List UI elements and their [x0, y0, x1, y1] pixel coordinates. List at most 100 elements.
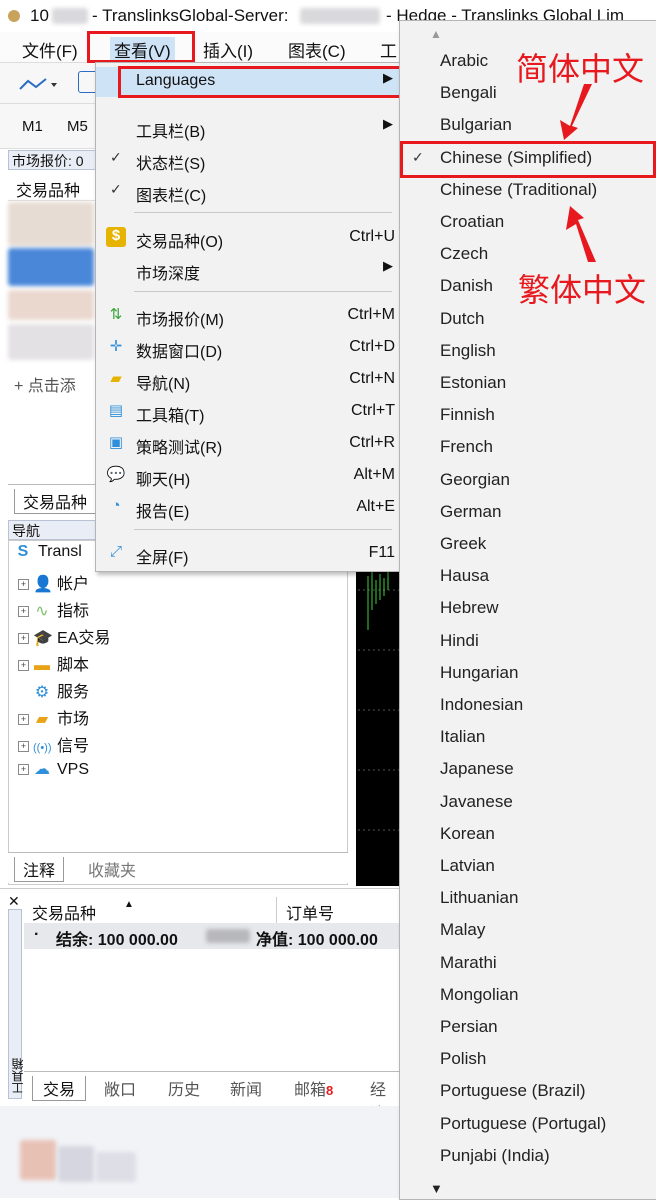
nav-item-services[interactable]: +⚙服务	[18, 678, 89, 702]
language-item[interactable]: Greek	[440, 534, 486, 554]
language-item[interactable]: Lithuanian	[440, 888, 518, 908]
navigator-root-label: Transl	[38, 543, 82, 560]
language-item[interactable]: Croatian	[440, 212, 504, 232]
nav-item-label: VPS	[57, 761, 90, 778]
language-item[interactable]: Hebrew	[440, 598, 499, 618]
nav-item-label: 服务	[57, 684, 90, 701]
menu-item-toolbox[interactable]: ▤ 工具箱(T) Ctrl+T	[96, 397, 399, 427]
tab-mailbox[interactable]: 邮箱8	[294, 1076, 333, 1100]
nav-item-accounts[interactable]: + 👤 帐户	[18, 570, 89, 594]
app-icon	[8, 10, 20, 22]
language-item[interactable]: Bengali	[440, 83, 497, 103]
language-item[interactable]: Indonesian	[440, 695, 523, 715]
menu-item-fullscreen[interactable]: ⤢ 全屏(F) F11	[96, 539, 399, 569]
menu-item-depth-of-market[interactable]: 市场深度 ▶	[96, 255, 399, 285]
tab-symbols[interactable]: 交易品种	[14, 489, 97, 514]
language-item[interactable]: English	[440, 341, 496, 361]
column-order[interactable]: 订单号	[286, 900, 334, 924]
price-chart[interactable]	[356, 570, 400, 886]
menu-file[interactable]: 文件(F)	[22, 37, 78, 62]
menu-item-navigator[interactable]: ▰ 导航(N) Ctrl+N	[96, 365, 399, 395]
menu-item-chat[interactable]: 💬 聊天(H) Alt+M	[96, 461, 399, 491]
menu-item-data-window[interactable]: ✛ 数据窗口(D) Ctrl+D	[96, 333, 399, 363]
language-item[interactable]: Hausa	[440, 566, 489, 586]
language-item[interactable]: Marathi	[440, 953, 497, 973]
toolbox-panel: ✕ 工具箱 交易品种 ▲ 订单号 · 结余: 100 000.00 净值: 10…	[0, 888, 400, 1123]
language-item[interactable]: Italian	[440, 727, 485, 747]
market-watch-column-header[interactable]: 交易品种	[8, 172, 98, 201]
nav-item-indicators[interactable]: + ∿ 指标	[18, 597, 89, 621]
language-item[interactable]: Korean	[440, 824, 495, 844]
language-item[interactable]: Estonian	[440, 373, 506, 393]
toolbox-icon: ▤	[108, 402, 124, 419]
menu-item-symbols[interactable]: $ 交易品种(O) Ctrl+U	[96, 223, 399, 253]
language-item[interactable]: Hindi	[440, 631, 479, 651]
annotation-arrows	[560, 84, 596, 262]
toolbox-side-bar: 工具箱	[8, 909, 25, 1099]
navigator-root[interactable]: S Transl	[14, 543, 82, 567]
nav-item-market[interactable]: + ▰ 市场	[18, 705, 89, 729]
toolbox-column-header: 交易品种 ▲ 订单号	[24, 897, 400, 924]
language-item[interactable]: Hungarian	[440, 663, 518, 683]
menu-item-market-watch[interactable]: ⇅ 市场报价(M) Ctrl+M	[96, 301, 399, 331]
languages-highlight-box	[118, 66, 406, 98]
nav-item-label: 脚本	[57, 657, 90, 674]
tab-history[interactable]: 历史	[168, 1076, 200, 1100]
language-item[interactable]: Persian	[440, 1017, 498, 1037]
menu-charts[interactable]: 图表(C)	[288, 37, 346, 62]
timeframe-m5[interactable]: M5	[67, 118, 88, 135]
language-item[interactable]: Polish	[440, 1049, 486, 1069]
menu-tools[interactable]: 工	[380, 37, 397, 62]
language-item[interactable]: Portuguese (Portugal)	[440, 1114, 606, 1134]
checkmark-icon: ✓	[110, 181, 122, 197]
folder-icon: ▰	[110, 370, 122, 387]
language-item[interactable]: Malay	[440, 920, 485, 940]
tab-news[interactable]: 新闻	[230, 1076, 262, 1100]
language-item[interactable]: Javanese	[440, 792, 513, 812]
nav-item-label: EA交易	[57, 630, 111, 647]
nav-item-label: 市场	[57, 711, 90, 728]
nav-item-vps[interactable]: + ☁ VPS	[18, 759, 89, 783]
tab-favorites[interactable]: 收藏夹	[88, 857, 136, 881]
language-item[interactable]: Georgian	[440, 470, 510, 490]
nav-item-expert-advisors[interactable]: + 🎓 EA交易	[18, 624, 110, 648]
language-item[interactable]: French	[440, 437, 493, 457]
language-item[interactable]: Mongolian	[440, 985, 518, 1005]
checkmark-icon: ✓	[110, 149, 122, 165]
nav-item-label: 指标	[57, 603, 90, 620]
language-item[interactable]: Dutch	[440, 309, 484, 329]
column-symbol[interactable]: 交易品种	[32, 900, 96, 924]
close-icon[interactable]: ✕	[8, 893, 20, 910]
language-item[interactable]: Danish	[440, 276, 493, 296]
language-item[interactable]: Finnish	[440, 405, 495, 425]
tab-exposure[interactable]: 敞口	[104, 1076, 136, 1100]
menu-item-report[interactable]: ◔ 报告(E) Alt+E	[96, 493, 399, 523]
language-item[interactable]: Latvian	[440, 856, 495, 876]
tab-comments[interactable]: 注释	[14, 857, 65, 882]
language-item[interactable]: German	[440, 502, 501, 522]
language-item[interactable]: Punjabi (India)	[440, 1146, 550, 1166]
language-item[interactable]: Japanese	[440, 759, 514, 779]
language-item[interactable]: Czech	[440, 244, 488, 264]
nav-item-signals[interactable]: + ((•)) 信号	[18, 732, 89, 756]
menu-item-label: 交易品种(O)	[136, 234, 224, 251]
timeframe-m1[interactable]: M1	[22, 118, 43, 135]
menu-insert[interactable]: 插入(I)	[203, 37, 253, 62]
menu-item-chart-bar[interactable]: ✓ 图表栏(C)	[96, 177, 399, 207]
language-item[interactable]: Bulgarian	[440, 115, 512, 135]
line-chart-icon[interactable]	[18, 75, 58, 93]
market-watch-icon: ⇅	[109, 306, 123, 323]
market-watch-column-label: 交易品种	[16, 183, 81, 200]
menu-item-toolbars[interactable]: 工具栏(B) ▶	[96, 113, 399, 143]
chip-icon: ▣	[108, 434, 124, 451]
menu-item-label: 策略测试(R)	[136, 440, 223, 457]
language-item[interactable]: Arabic	[440, 51, 488, 71]
menu-item-strategy-tester[interactable]: ▣ 策略测试(R) Ctrl+R	[96, 429, 399, 459]
scroll-up-icon[interactable]: ▲	[430, 27, 442, 41]
add-symbol-link[interactable]: + 点击添	[14, 372, 76, 396]
tab-trade[interactable]: 交易	[32, 1076, 87, 1101]
menu-item-status-bar[interactable]: ✓ 状态栏(S)	[96, 145, 399, 175]
language-item[interactable]: Portuguese (Brazil)	[440, 1081, 586, 1101]
scroll-down-icon[interactable]: ▼	[430, 1181, 443, 1196]
nav-item-scripts[interactable]: + ▬ 脚本	[18, 651, 89, 675]
